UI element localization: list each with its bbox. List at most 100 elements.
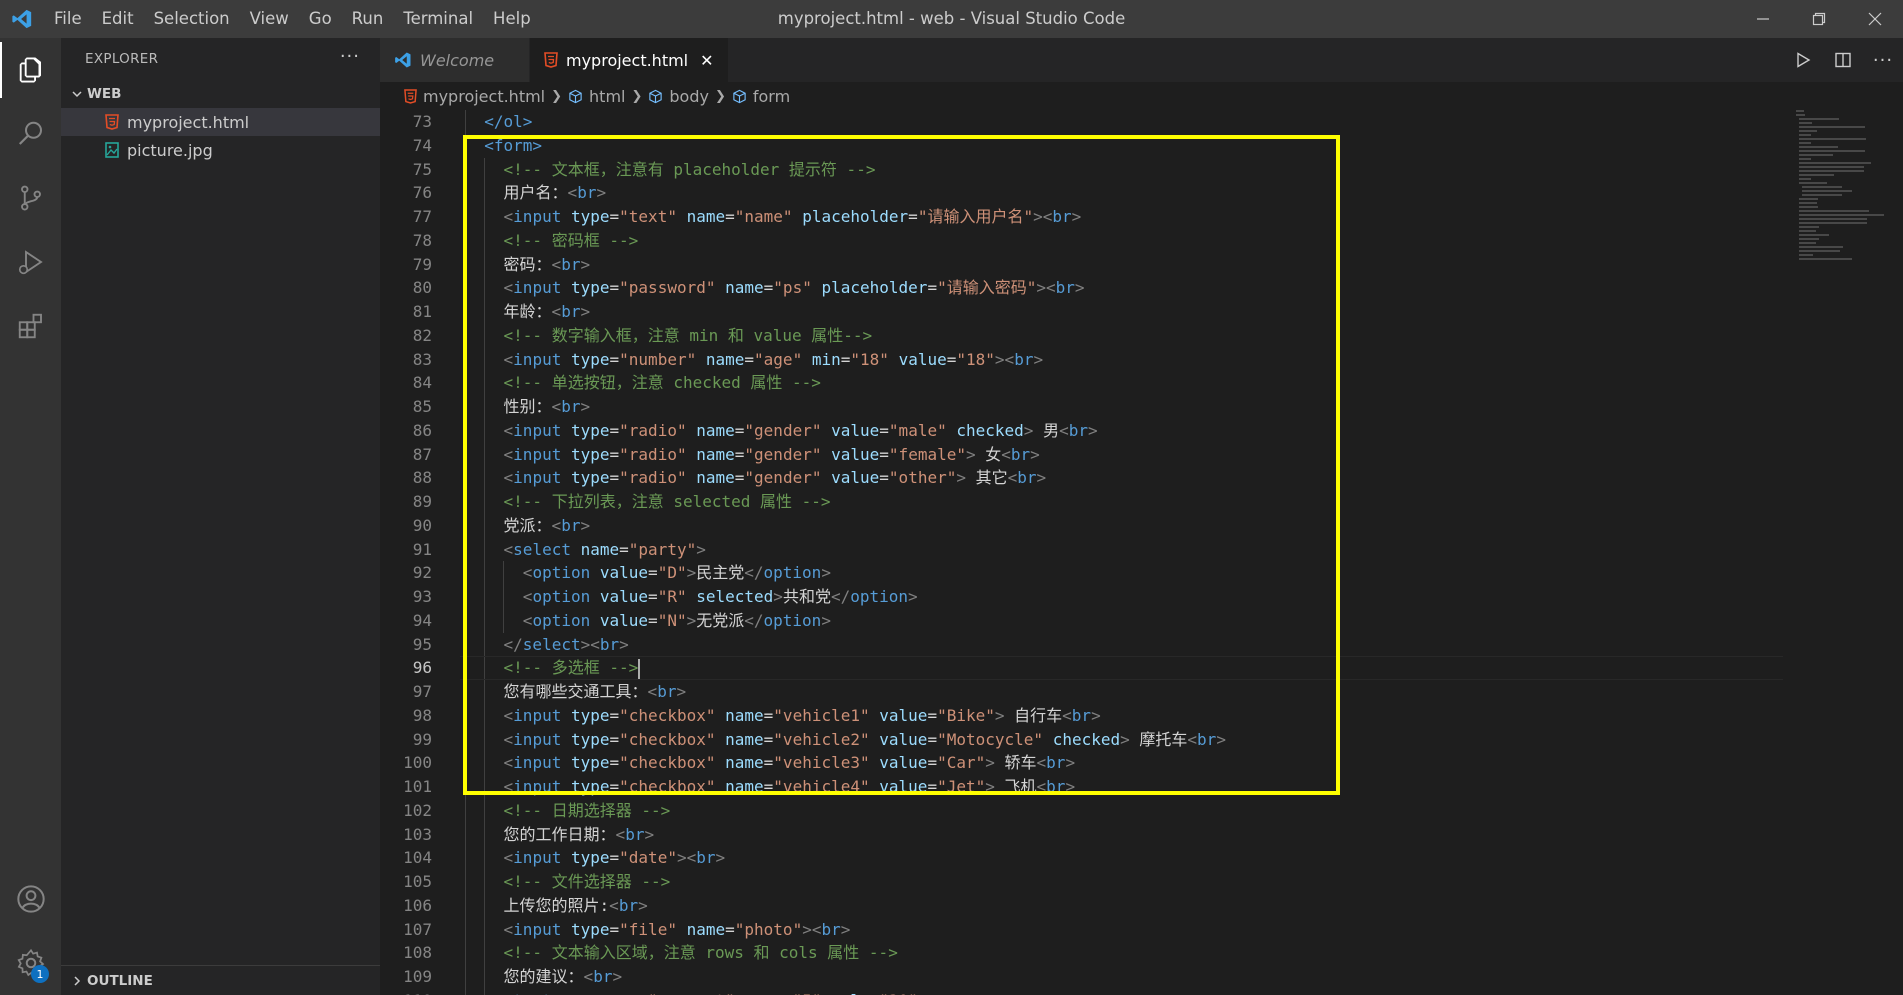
code-line[interactable]: 85 性别：<br> [380, 395, 1903, 419]
activity-accounts[interactable] [0, 867, 61, 931]
code-line[interactable]: 102 <!-- 日期选择器 --> [380, 798, 1903, 823]
code-line[interactable]: 108 <!-- 文本输入区域，注意 rows 和 cols 属性 --> [380, 941, 1903, 965]
tab-welcome[interactable]: Welcome [380, 38, 530, 82]
code-editor[interactable]: 73 </ol> 74 <form> 75 <!-- 文本框，注意有 placeho… [380, 110, 1903, 995]
code-line[interactable]: 106 上传您的照片:<br> [380, 893, 1903, 918]
menu-file[interactable]: File [44, 0, 92, 38]
more-actions-button[interactable]: ··· [340, 38, 360, 76]
file-item-picture-jpg[interactable]: picture.jpg [61, 136, 380, 164]
code-token: > [580, 254, 591, 274]
minimap[interactable] [1793, 110, 1884, 370]
split-editor-button[interactable] [1823, 38, 1863, 82]
code-line[interactable]: 74 <form> [380, 133, 1903, 158]
code-token: name [725, 777, 764, 796]
minimize-button[interactable] [1735, 0, 1791, 38]
indent-guide [465, 347, 466, 372]
code-line[interactable]: 86 <input type="radio" name="gender" val… [380, 418, 1903, 443]
activity-source-control[interactable] [0, 166, 61, 230]
code-line[interactable]: 80 <input type="password" name="ps" plac… [380, 276, 1903, 300]
code-line[interactable]: 103 您的工作日期：<br> [380, 822, 1903, 847]
restore-icon [1812, 12, 1826, 26]
code-token: > [1216, 729, 1226, 749]
code-line[interactable]: 110 <textarea name="suggest" rows="5" co… [380, 988, 1903, 995]
code-line[interactable]: 97 您有哪些交通工具：<br> [380, 680, 1903, 704]
code-line[interactable]: 82 <!-- 数字输入框，注意 min 和 value 属性--> [380, 323, 1903, 348]
code-line[interactable]: 75 <!-- 文本框，注意有 placeholder 提示符 --> [380, 157, 1903, 182]
tab-close-button[interactable]: ✕ [700, 51, 713, 70]
close-window-button[interactable] [1847, 0, 1903, 38]
chevron-down-icon [67, 88, 87, 100]
code-token: name [725, 729, 764, 749]
code-line[interactable]: 76 用户名：<br> [380, 181, 1903, 205]
code-line[interactable]: 88 <input type="radio" name="gender" val… [380, 466, 1903, 490]
indent-guide [465, 323, 466, 348]
code-token: = [927, 705, 938, 725]
menu-edit[interactable]: Edit [92, 0, 144, 38]
code-line[interactable]: 92 <option value="D">民主党</option> [380, 561, 1903, 585]
code-line[interactable]: 96 <!-- 多选框 --> [380, 656, 1903, 680]
split-editor-icon [1835, 52, 1851, 68]
code-line[interactable]: 98 <input type="checkbox" name="vehicle1… [380, 703, 1903, 728]
code-line[interactable]: 109 您的建议：<br> [380, 965, 1903, 989]
breadcrumb-html[interactable]: html [568, 87, 625, 106]
code-line[interactable]: 79 密码：<br> [380, 252, 1903, 277]
code-line[interactable]: 87 <input type="radio" name="gender" val… [380, 442, 1903, 467]
code-line[interactable]: 100 <input type="checkbox" name="vehicle… [380, 751, 1903, 775]
code-token: </ [503, 634, 523, 654]
code-line[interactable]: 78 <!-- 密码框 --> [380, 228, 1903, 253]
code-line[interactable]: 90 党派：<br> [380, 513, 1903, 538]
code-line[interactable]: 81 年龄：<br> [380, 300, 1903, 324]
code-line[interactable]: 73 </ol> [380, 110, 1903, 134]
code-line[interactable]: 89 <!-- 下拉列表，注意 selected 属性 --> [380, 490, 1903, 514]
code-line[interactable]: 83 <input type="number" name="age" min="… [380, 347, 1903, 372]
code-token: </ [744, 563, 764, 583]
code-line[interactable]: 95 </select><br> [380, 632, 1903, 657]
menu-view[interactable]: View [240, 0, 299, 38]
indent-guide [465, 157, 466, 182]
activity-run-debug[interactable] [0, 230, 61, 294]
code-token: = [763, 729, 774, 749]
menu-run[interactable]: Run [342, 0, 394, 38]
code-line[interactable]: 107 <input type="file" name="photo"><br> [380, 917, 1903, 942]
activity-extensions[interactable] [0, 294, 61, 358]
code-line[interactable]: 104 <input type="date"><br> [380, 846, 1903, 870]
code-line[interactable]: 101 <input type="checkbox" name="vehicle… [380, 775, 1903, 799]
breadcrumb-body[interactable]: body [648, 87, 709, 106]
activity-manage[interactable]: 1 [0, 931, 61, 995]
vscode-logo-icon[interactable] [0, 0, 44, 38]
code-line[interactable]: 94 <option value="N">无党派</option> [380, 608, 1903, 633]
code-line[interactable]: 77 <input type="text" name="name" placeh… [380, 205, 1903, 229]
activity-search[interactable] [0, 102, 61, 166]
code-token: > [644, 824, 655, 844]
activity-explorer[interactable] [0, 38, 61, 102]
breadcrumb-file[interactable]: myproject.html [404, 87, 545, 106]
menu-selection[interactable]: Selection [144, 0, 240, 38]
run-file-button[interactable] [1783, 38, 1823, 82]
outline-section-header[interactable]: OUTLINE [61, 965, 380, 995]
line-number: 107 [403, 919, 432, 939]
menu-help[interactable]: Help [483, 0, 541, 38]
code-line[interactable]: 84 <!-- 单选按钮，注意 checked 属性 --> [380, 371, 1903, 395]
breadcrumb-form[interactable]: form [732, 87, 790, 106]
file-item-myproject-html[interactable]: myproject.html [61, 108, 380, 136]
code-token: "gender" [744, 468, 822, 488]
restore-button[interactable] [1791, 0, 1847, 38]
code-line[interactable]: 99 <input type="checkbox" name="vehicle2… [380, 727, 1903, 752]
more-editor-actions-button[interactable]: ··· [1863, 38, 1903, 82]
code-line[interactable]: 105 <!-- 文件选择器 --> [380, 870, 1903, 894]
line-number: 75 [412, 159, 432, 179]
code-line[interactable]: 93 <option value="R" selected>共和党</optio… [380, 585, 1903, 609]
code-line[interactable]: 91 <select name="party"> [380, 537, 1903, 562]
menu-terminal[interactable]: Terminal [393, 0, 483, 38]
chevron-right-icon: ❯ [551, 88, 563, 104]
breadcrumb-label: html [589, 86, 626, 106]
text-cursor [638, 658, 641, 679]
menu-go[interactable]: Go [299, 0, 342, 38]
workspace-folder-header[interactable]: WEB [61, 80, 380, 108]
minimap-line [1799, 246, 1843, 248]
tab-myproject-html[interactable]: myproject.html ✕ [530, 38, 729, 82]
html-file-icon [105, 114, 127, 130]
